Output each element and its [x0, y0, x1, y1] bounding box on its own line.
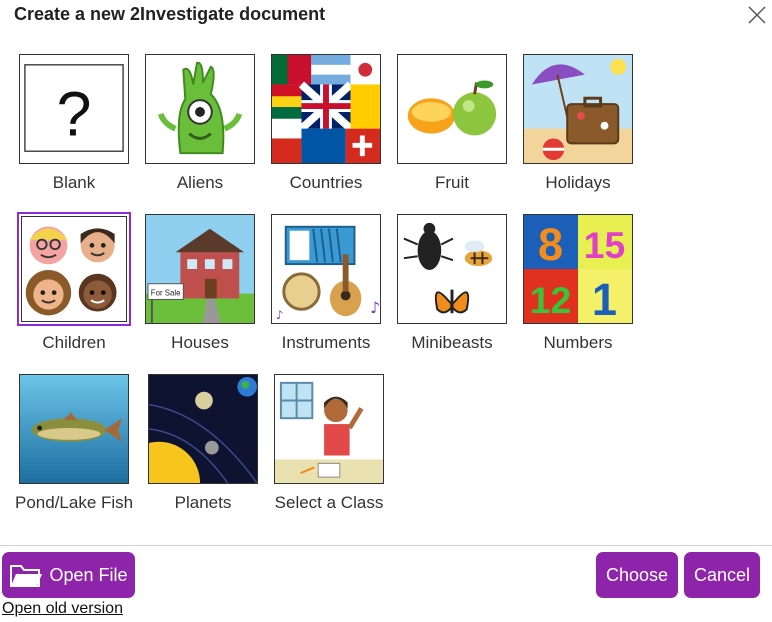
template-countries[interactable]: Countries — [267, 54, 385, 193]
cancel-button[interactable]: Cancel — [684, 552, 760, 598]
house-for-sale-icon: For Sale — [145, 214, 255, 324]
template-label: Blank — [52, 173, 96, 192]
beach-suitcase-icon — [523, 54, 633, 164]
template-label: Numbers — [543, 333, 613, 352]
choose-button[interactable]: Choose — [596, 552, 678, 598]
template-planets[interactable]: Planets — [144, 374, 262, 513]
number-tile-1: 8 — [538, 219, 563, 270]
template-label: Instruments — [281, 333, 371, 352]
open-old-version-link[interactable]: Open old version — [2, 600, 123, 618]
template-fruit[interactable]: Fruit — [393, 54, 511, 193]
numbers-icon: 8 15 12 1 — [523, 214, 633, 324]
svg-text:♪: ♪ — [370, 298, 380, 317]
template-aliens[interactable]: Aliens — [141, 54, 259, 193]
question-mark-icon: ? — [19, 54, 129, 164]
template-label: Children — [42, 333, 106, 352]
close-icon[interactable] — [746, 4, 768, 26]
open-file-button[interactable]: Open File — [2, 552, 135, 598]
svg-text:?: ? — [57, 80, 92, 150]
template-numbers[interactable]: 8 15 12 1 Numbers — [519, 214, 637, 353]
template-label: Fruit — [435, 173, 469, 192]
template-label: Holidays — [545, 173, 611, 192]
children-faces-icon — [21, 216, 127, 322]
fruit-icon — [397, 54, 507, 164]
number-tile-2: 15 — [584, 224, 626, 266]
selection-outline — [17, 212, 131, 326]
template-label: Houses — [171, 333, 229, 352]
dialog-title: Create a new 2Investigate document — [14, 4, 326, 24]
template-houses[interactable]: For Sale Houses — [141, 214, 259, 353]
template-children[interactable]: Children — [15, 212, 133, 353]
template-label: Select a Class — [274, 493, 384, 512]
template-minibeasts[interactable]: Minibeasts — [393, 214, 511, 353]
template-label: Planets — [174, 493, 232, 512]
template-label: Pond/Lake Fish — [15, 493, 134, 512]
template-label: Minibeasts — [411, 333, 493, 352]
instruments-icon: ♪ ♪ — [271, 214, 381, 324]
svg-text:♪: ♪ — [276, 308, 284, 322]
template-select-a-class[interactable]: Select a Class — [270, 374, 388, 513]
fish-icon — [19, 374, 129, 484]
flags-icon — [271, 54, 381, 164]
open-file-label: Open File — [49, 564, 128, 585]
folder-icon — [10, 565, 43, 587]
template-label: Countries — [289, 173, 363, 192]
template-holidays[interactable]: Holidays — [519, 54, 637, 193]
template-label: Aliens — [176, 173, 224, 192]
planets-icon — [148, 374, 258, 484]
alien-icon — [145, 54, 255, 164]
footer-divider — [0, 545, 772, 546]
number-tile-4: 1 — [592, 274, 617, 323]
template-pond-lake-fish[interactable]: Pond/Lake Fish — [15, 374, 133, 513]
for-sale-sign-text: For Sale — [151, 289, 181, 298]
number-tile-3: 12 — [530, 279, 572, 321]
classroom-icon — [274, 374, 384, 484]
template-instruments[interactable]: ♪ ♪ Instruments — [267, 214, 385, 353]
template-blank[interactable]: ? Blank — [15, 54, 133, 193]
minibeasts-icon — [397, 214, 507, 324]
